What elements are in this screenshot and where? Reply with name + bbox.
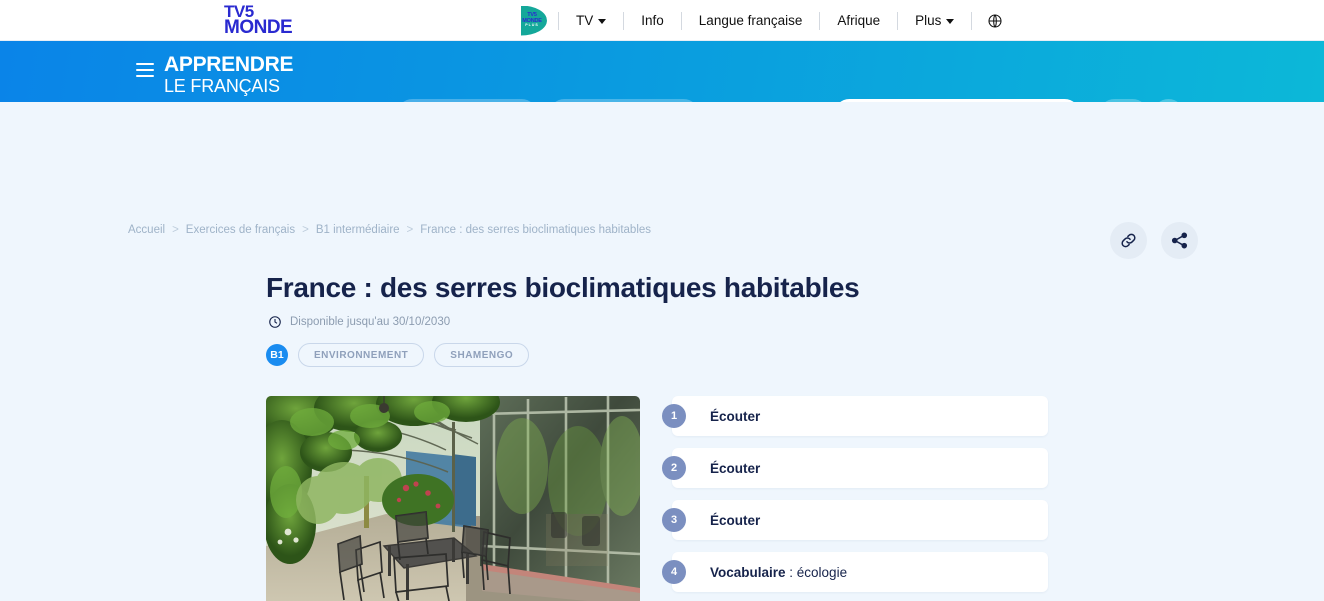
exercise-card-2[interactable]: 2 Écouter xyxy=(662,448,1048,488)
nav-item-langue-label: Langue française xyxy=(698,13,803,28)
nav-item-info[interactable]: Info xyxy=(625,0,680,41)
chevron-down-icon xyxy=(946,19,955,24)
apprendre-navigation-bar: APPRENDRE LE FRANÇAIS Voir un niveau Exp… xyxy=(0,41,1324,130)
hamburger-menu-icon[interactable] xyxy=(136,63,154,77)
globe-icon xyxy=(988,13,1002,28)
breadcrumb-item-exercices[interactable]: Exercices de français xyxy=(186,224,295,236)
apprendre-le-francais-logo[interactable]: APPRENDRE LE FRANÇAIS xyxy=(164,54,293,95)
nav-divider xyxy=(971,11,973,30)
tv5monde-logo[interactable]: TV5 MONDE xyxy=(224,3,316,39)
top-nav-items: TV5 MONDE PLUS TV Info Langue française Af… xyxy=(515,0,1017,41)
hamburger-line xyxy=(136,63,154,65)
exercise-title: Écouter xyxy=(710,512,761,528)
brand-line-2: LE FRANÇAIS xyxy=(164,76,280,96)
greenhouse-terrace-photo xyxy=(266,396,640,601)
link-icon xyxy=(1121,233,1136,248)
top-navigation-bar: TV5 MONDE TV5 MONDE PLUS TV Info Langue fr… xyxy=(0,0,1324,41)
nav-item-afrique[interactable]: Afrique xyxy=(821,0,896,41)
exercise-card-3[interactable]: 3 Écouter xyxy=(662,500,1048,540)
chevron-down-icon xyxy=(598,19,607,24)
availability-row: Disponible jusqu'au 30/10/2030 xyxy=(268,315,450,329)
tv5monde-plus-logo[interactable]: TV5 MONDE PLUS xyxy=(515,3,549,39)
share-button[interactable] xyxy=(1161,222,1198,259)
article-image xyxy=(266,396,640,601)
nav-item-info-label: Info xyxy=(641,13,664,28)
logo-line-2: MONDE xyxy=(224,17,293,39)
page-title: France : des serres bioclimatiques habit… xyxy=(266,272,860,303)
exercise-title: Écouter xyxy=(710,408,761,424)
availability-text: Disponible jusqu'au 30/10/2030 xyxy=(290,316,451,328)
exercise-label: Écouter xyxy=(710,461,760,476)
tag-environnement[interactable]: ENVIRONNEMENT xyxy=(298,343,425,367)
breadcrumb-item-current: France : des serres bioclimatiques habit… xyxy=(420,224,652,236)
exercise-label: Vocabulaire : écologie xyxy=(710,565,847,580)
nav-item-tv[interactable]: TV xyxy=(560,0,622,41)
nav-divider xyxy=(897,11,899,30)
nav-divider xyxy=(819,11,821,30)
exercise-number-badge: 1 xyxy=(662,404,686,428)
exercise-card-1[interactable]: 1 Écouter xyxy=(662,396,1048,436)
nav-divider xyxy=(680,11,682,30)
nav-divider xyxy=(623,11,625,30)
nav-item-tv-label: TV xyxy=(576,13,594,28)
clock-icon xyxy=(269,316,281,328)
exercise-subtitle: : écologie xyxy=(785,564,848,580)
brand-line-1: APPRENDRE xyxy=(164,53,294,76)
breadcrumb-separator: > xyxy=(406,224,414,236)
hamburger-line xyxy=(136,75,154,77)
exercise-label: Écouter xyxy=(710,513,760,528)
exercise-list: 1 Écouter 2 Écouter 3 Écouter 4 Vocabula… xyxy=(662,396,1048,601)
tag-shamengo[interactable]: SHAMENGO xyxy=(434,343,530,367)
nav-item-plus[interactable]: Plus xyxy=(899,0,970,41)
exercise-card-4[interactable]: 4 Vocabulaire : écologie xyxy=(662,552,1048,592)
nav-item-afrique-label: Afrique xyxy=(837,13,881,28)
exercise-number-badge: 4 xyxy=(662,560,686,584)
breadcrumb-separator: > xyxy=(302,224,309,236)
main-content: Accueil > Exercices de français > B1 int… xyxy=(0,102,1324,601)
plus-logo-sub: PLUS xyxy=(525,23,539,28)
breadcrumb-separator: > xyxy=(172,224,179,236)
breadcrumb: Accueil > Exercices de français > B1 int… xyxy=(128,224,651,236)
exercise-label: Écouter xyxy=(710,409,760,424)
nav-item-plus-label: Plus xyxy=(915,13,942,28)
tag-row: B1 ENVIRONNEMENT SHAMENGO xyxy=(266,343,530,367)
globe-language-button[interactable] xyxy=(973,0,1017,41)
level-badge: B1 xyxy=(266,344,288,366)
exercise-title: Vocabulaire xyxy=(710,564,786,580)
page-action-buttons xyxy=(1110,222,1198,259)
copy-link-button[interactable] xyxy=(1110,222,1147,259)
hamburger-line xyxy=(136,69,154,71)
share-icon xyxy=(1171,232,1188,249)
breadcrumb-item-accueil[interactable]: Accueil xyxy=(128,224,165,236)
breadcrumb-item-b1[interactable]: B1 intermédiaire xyxy=(316,224,400,236)
exercise-number-badge: 2 xyxy=(662,456,686,480)
nav-item-langue-francaise[interactable]: Langue française xyxy=(683,0,819,41)
plus-logo-text: TV5 MONDE PLUS xyxy=(522,12,542,28)
exercise-number-badge: 3 xyxy=(662,508,686,532)
nav-divider xyxy=(558,11,559,30)
exercise-title: Écouter xyxy=(710,460,761,476)
